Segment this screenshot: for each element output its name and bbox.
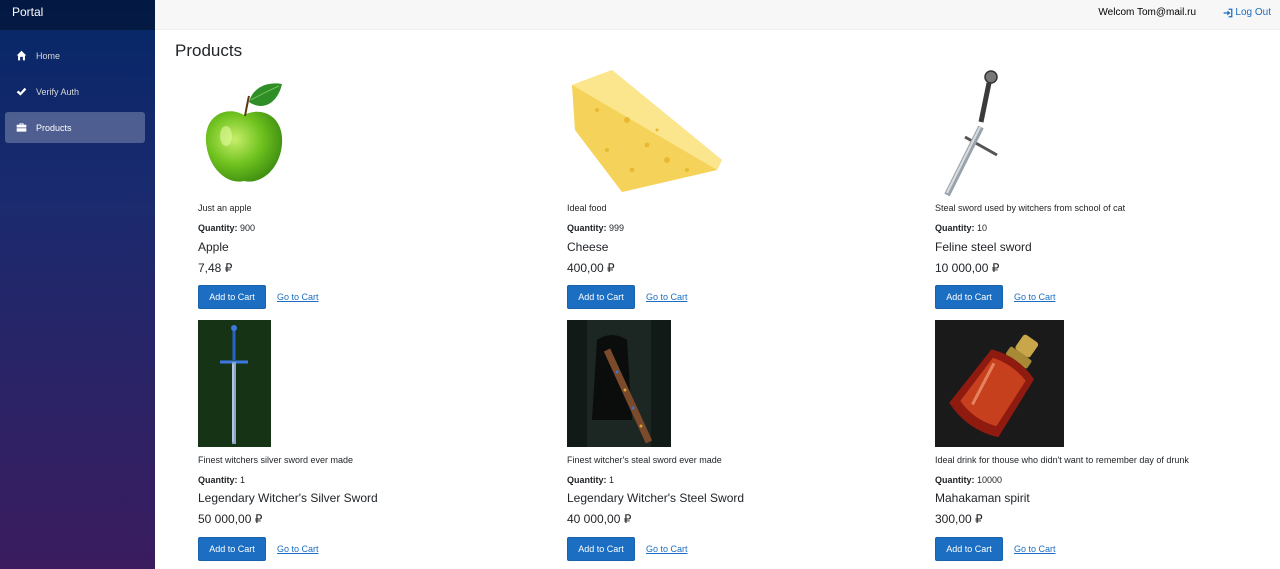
quantity-value: 10 [977, 223, 988, 233]
product-quantity: Quantity: 900 [198, 223, 255, 233]
product-image [567, 320, 671, 452]
product-description: Ideal food [567, 203, 607, 213]
brand-title[interactable]: Portal [0, 0, 155, 30]
product-description: Ideal drink for thouse who didn't want t… [935, 455, 1189, 465]
product-quantity: Quantity: 999 [567, 223, 624, 233]
add-to-cart-button[interactable]: Add to Cart [198, 285, 266, 309]
product-quantity: Quantity: 10 [935, 223, 987, 233]
page-title: Products [175, 41, 243, 60]
product-quantity: Quantity: 1 [567, 475, 614, 485]
logout-icon [1224, 8, 1233, 17]
logout-link[interactable]: Log Out [1223, 7, 1271, 18]
quantity-value: 1 [240, 475, 246, 485]
product-image [935, 320, 1064, 452]
product-price: 50 000,00 ₽ [198, 512, 263, 526]
product-price: 40 000,00 ₽ [567, 512, 632, 526]
quantity-label: Quantity: [567, 223, 607, 233]
logout-label: Log Out [1235, 7, 1271, 18]
product-quantity: Quantity: 1 [198, 475, 245, 485]
add-to-cart-button[interactable]: Add to Cart [935, 285, 1003, 309]
product-image [567, 70, 727, 200]
sidebar: Portal Home Verify Auth Products [0, 0, 155, 569]
quantity-value: 10000 [977, 475, 1003, 485]
product-price: 10 000,00 ₽ [935, 261, 1000, 275]
go-to-cart-link[interactable]: Go to Cart [277, 544, 319, 554]
quantity-value: 900 [240, 223, 256, 233]
quantity-value: 1 [609, 475, 615, 485]
add-to-cart-button[interactable]: Add to Cart [567, 537, 635, 561]
product-image [198, 320, 271, 452]
sidebar-item-products[interactable]: Products [5, 112, 145, 143]
product-description: Steal sword used by witchers from school… [935, 203, 1126, 213]
sidebar-item-verify-auth[interactable]: Verify Auth [5, 76, 145, 107]
product-price: 7,48 ₽ [198, 261, 233, 275]
product-image [935, 67, 1005, 202]
go-to-cart-link[interactable]: Go to Cart [1014, 544, 1056, 554]
welcome-text: Welcom Tom@mail.ru [1098, 7, 1196, 18]
sidebar-item-label: Products [36, 122, 72, 133]
go-to-cart-link[interactable]: Go to Cart [646, 544, 688, 554]
quantity-label: Quantity: [567, 475, 607, 485]
sidebar-item-label: Verify Auth [36, 86, 80, 97]
product-description: Finest witcher's steal sword ever made [567, 455, 722, 465]
product-name: Apple [198, 240, 229, 254]
add-to-cart-button[interactable]: Add to Cart [567, 285, 635, 309]
product-name: Feline steel sword [935, 240, 1032, 254]
product-quantity: Quantity: 10000 [935, 475, 1002, 485]
product-name: Mahakaman spirit [935, 491, 1030, 505]
quantity-label: Quantity: [935, 223, 975, 233]
add-to-cart-button[interactable]: Add to Cart [198, 537, 266, 561]
add-to-cart-button[interactable]: Add to Cart [935, 537, 1003, 561]
go-to-cart-link[interactable]: Go to Cart [277, 292, 319, 302]
home-icon [15, 50, 27, 62]
go-to-cart-link[interactable]: Go to Cart [646, 292, 688, 302]
sidebar-nav: Home Verify Auth Products [0, 30, 155, 143]
quantity-label: Quantity: [198, 223, 238, 233]
sidebar-item-home[interactable]: Home [5, 40, 145, 71]
product-name: Legendary Witcher's Steel Sword [567, 491, 745, 505]
product-name: Legendary Witcher's Silver Sword [198, 491, 378, 505]
product-price: 400,00 ₽ [567, 261, 615, 275]
product-description: Finest witchers silver sword ever made [198, 455, 354, 465]
go-to-cart-link[interactable]: Go to Cart [1014, 292, 1056, 302]
product-description: Just an apple [198, 203, 252, 213]
top-bar: Welcom Tom@mail.ru Log Out [155, 0, 1280, 30]
product-image [202, 80, 292, 195]
sidebar-item-label: Home [36, 50, 61, 61]
quantity-label: Quantity: [198, 475, 238, 485]
product-name: Cheese [567, 240, 609, 254]
briefcase-icon [15, 122, 27, 134]
product-price: 300,00 ₽ [935, 512, 983, 526]
quantity-label: Quantity: [935, 475, 975, 485]
quantity-value: 999 [609, 223, 625, 233]
check-icon [15, 86, 27, 98]
